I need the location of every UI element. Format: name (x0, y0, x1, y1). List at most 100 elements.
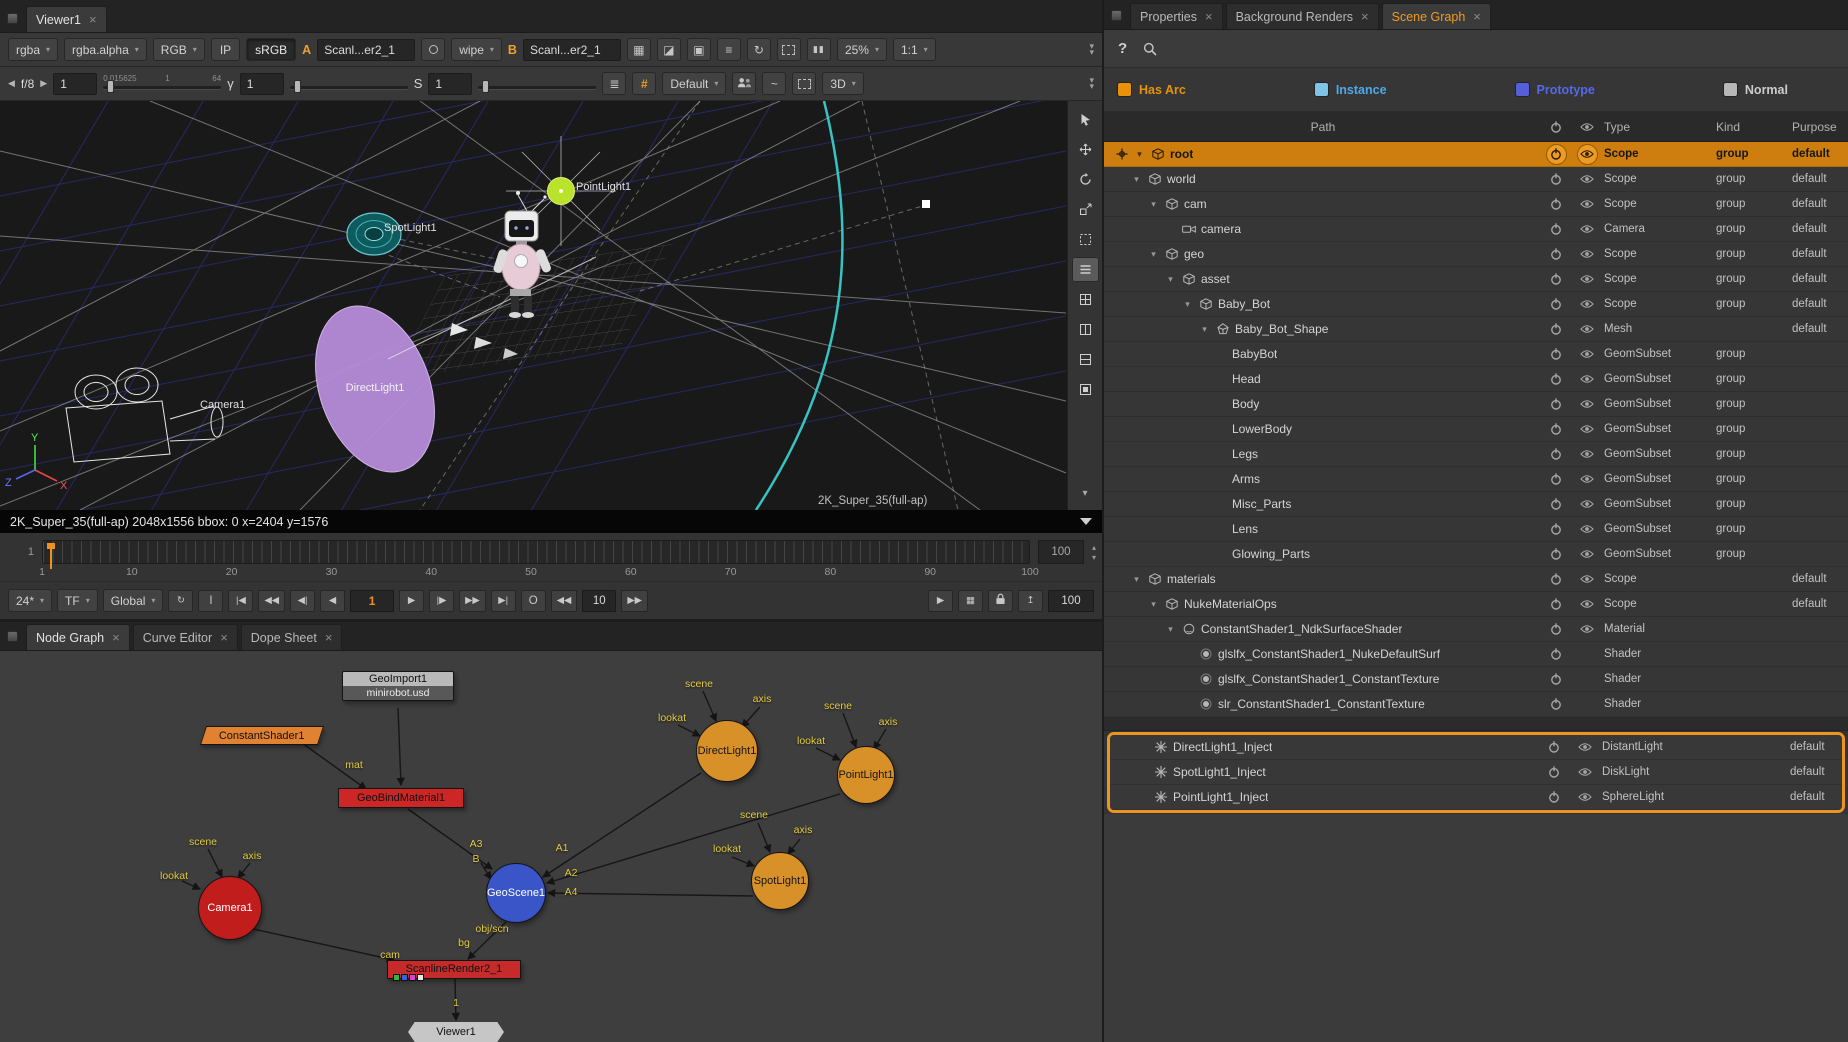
tab-viewer1[interactable]: Viewer1 × (26, 6, 107, 32)
close-icon[interactable]: × (1205, 10, 1213, 23)
forward-jump-button[interactable]: ▶▶ (459, 590, 486, 612)
next-stop-icon[interactable]: ▶ (40, 78, 47, 89)
visibility-icon[interactable] (1580, 549, 1594, 559)
snapshot-button[interactable]: ↥ (1018, 590, 1043, 612)
activation-icon[interactable] (1550, 298, 1562, 310)
channels-dropdown[interactable]: rgba▾ (8, 38, 58, 61)
prev-stop-icon[interactable]: ◀ (8, 78, 15, 89)
in-point-button[interactable]: I (198, 590, 223, 612)
scenegraph-row-glslfx_ConstantShader1_ConstantTexture[interactable]: glslfx_ConstantShader1_ConstantTextureSh… (1104, 667, 1848, 692)
visibility-icon[interactable] (1580, 174, 1594, 184)
nodegraph-tab-curve-editor[interactable]: Curve Editor× (133, 624, 238, 650)
viewport-3d[interactable]: Y X Z PointLight1 SpotLight1 DirectLight… (0, 101, 1102, 510)
scenegraph-row-Baby_Bot[interactable]: ▾Baby_BotScopegroupdefault (1104, 292, 1848, 317)
activation-icon[interactable] (1550, 198, 1562, 210)
visibility-cell[interactable] (1568, 742, 1602, 752)
viewport-tool-cursor[interactable] (1072, 107, 1099, 132)
visibility-cell[interactable] (1570, 199, 1604, 209)
visibility-cell[interactable] (1570, 399, 1604, 409)
manipulator-handle[interactable] (922, 200, 930, 208)
visibility-icon[interactable] (1578, 767, 1592, 777)
current-frame-field[interactable]: 1 (350, 590, 394, 612)
viewport-tool-select[interactable] (1072, 227, 1099, 252)
loop-mode-icon[interactable]: ↻ (168, 590, 193, 612)
activation-icon[interactable] (1550, 273, 1562, 285)
playhead-flag-icon[interactable] (47, 543, 55, 549)
jump-back-button[interactable]: ◀◀ (551, 590, 578, 612)
activation-icon[interactable] (1548, 791, 1560, 803)
activation-cell[interactable] (1542, 273, 1570, 285)
scenegraph-row-partial[interactable] (1104, 717, 1848, 731)
visibility-icon[interactable] (1580, 274, 1594, 284)
scenegraph-row-cam[interactable]: ▾camScopegroupdefault (1104, 192, 1848, 217)
column-activation[interactable] (1542, 121, 1570, 133)
scenegraph-row-PointLight1_Inject[interactable]: PointLight1_InjectSphereLightdefault (1110, 785, 1842, 810)
viewport-toolbar-overflow-icon[interactable]: ▾ (1072, 481, 1099, 506)
scenegraph-row-NukeMaterialOps[interactable]: ▾NukeMaterialOpsScopedefault (1104, 592, 1848, 617)
activation-icon[interactable] (1550, 673, 1562, 685)
scenegraph-row-Glowing_Parts[interactable]: Glowing_PartsGeomSubsetgroup (1104, 542, 1848, 567)
scenegraph-row-Legs[interactable]: LegsGeomSubsetgroup (1104, 442, 1848, 467)
expander-icon[interactable]: ▾ (1165, 274, 1176, 285)
right-tab-background-renders[interactable]: Background Renders× (1226, 3, 1379, 29)
activation-icon[interactable] (1550, 448, 1562, 460)
column-type[interactable]: Type (1604, 120, 1716, 134)
activation-icon[interactable] (1550, 173, 1562, 185)
node-GeoScene1[interactable]: GeoScene1 (486, 863, 546, 923)
visibility-cell[interactable] (1570, 224, 1604, 234)
activation-icon[interactable] (1550, 698, 1562, 710)
scenegraph-row-Arms[interactable]: ArmsGeomSubsetgroup (1104, 467, 1848, 492)
gain-slider[interactable]: 0.015625 1 64 (103, 74, 221, 94)
viewport-tool-scale[interactable] (1072, 197, 1099, 222)
play-backward-button[interactable]: ◀ (320, 590, 345, 612)
activation-icon[interactable] (1550, 473, 1562, 485)
visibility-icon[interactable] (1580, 399, 1594, 409)
input-b-dropdown[interactable]: Scanl...er2_1 (523, 39, 621, 61)
activation-icon[interactable] (1548, 766, 1560, 778)
column-purpose[interactable]: Purpose (1792, 120, 1848, 134)
goto-end-button[interactable]: ▶| (491, 590, 516, 612)
visibility-cell[interactable] (1570, 474, 1604, 484)
node-GeoImport1[interactable]: GeoImport1minirobot.usd (342, 671, 454, 701)
activation-icon[interactable] (1550, 223, 1562, 235)
activation-icon[interactable] (1550, 573, 1562, 585)
visibility-icon[interactable] (1580, 449, 1594, 459)
visibility-icon[interactable] (1580, 524, 1594, 534)
visibility-icon[interactable] (1580, 499, 1594, 509)
activation-icon[interactable] (1550, 248, 1562, 260)
activation-cell[interactable] (1542, 348, 1570, 360)
expander-icon[interactable]: ▾ (1199, 324, 1210, 335)
display-channel-dropdown[interactable]: RGB▾ (153, 38, 205, 61)
expander-icon[interactable]: ▾ (1134, 149, 1145, 160)
activation-cell[interactable] (1542, 323, 1570, 335)
expander-icon[interactable]: ▾ (1148, 199, 1159, 210)
activation-cell[interactable] (1542, 698, 1570, 710)
visibility-cell[interactable] (1570, 449, 1604, 459)
node-Viewer1[interactable]: Viewer1 (408, 1022, 504, 1042)
visibility-cell[interactable] (1568, 792, 1602, 802)
activation-cell[interactable] (1542, 523, 1570, 535)
expander-icon[interactable]: ▾ (1182, 299, 1193, 310)
update-icon[interactable]: ↻ (747, 38, 771, 61)
occlusion-icon[interactable] (732, 72, 756, 95)
scenegraph-row-BabyBot[interactable]: BabyBotGeomSubsetgroup (1104, 342, 1848, 367)
node-ConstantShader1[interactable]: ConstantShader1 (200, 726, 324, 745)
fstop-label[interactable]: f/8 (21, 77, 34, 91)
timeline-mode-dropdown[interactable]: TF▾ (57, 589, 98, 612)
close-icon[interactable]: × (1361, 10, 1369, 23)
activation-cell[interactable] (1542, 398, 1570, 410)
gain-field[interactable]: 1 (53, 73, 97, 95)
wipe-dropdown[interactable]: wipe▾ (451, 38, 502, 61)
scenegraph-row-LowerBody[interactable]: LowerBodyGeomSubsetgroup (1104, 417, 1848, 442)
input-process-button[interactable]: IP (211, 38, 240, 61)
prev-frame-button[interactable]: ◀| (290, 590, 315, 612)
expander-icon[interactable]: ▾ (1131, 174, 1142, 185)
column-path[interactable]: Path (1104, 120, 1542, 134)
saturation-slider[interactable] (478, 74, 596, 94)
grid-icon[interactable]: # (632, 72, 656, 95)
scenegraph-row-SpotLight1_Inject[interactable]: SpotLight1_InjectDiskLightdefault (1110, 760, 1842, 785)
close-icon[interactable]: × (112, 631, 120, 644)
activation-cell[interactable] (1542, 448, 1570, 460)
visibility-cell[interactable] (1570, 249, 1604, 259)
timeline-scroll-icons[interactable]: ▴▾ (1092, 536, 1096, 562)
